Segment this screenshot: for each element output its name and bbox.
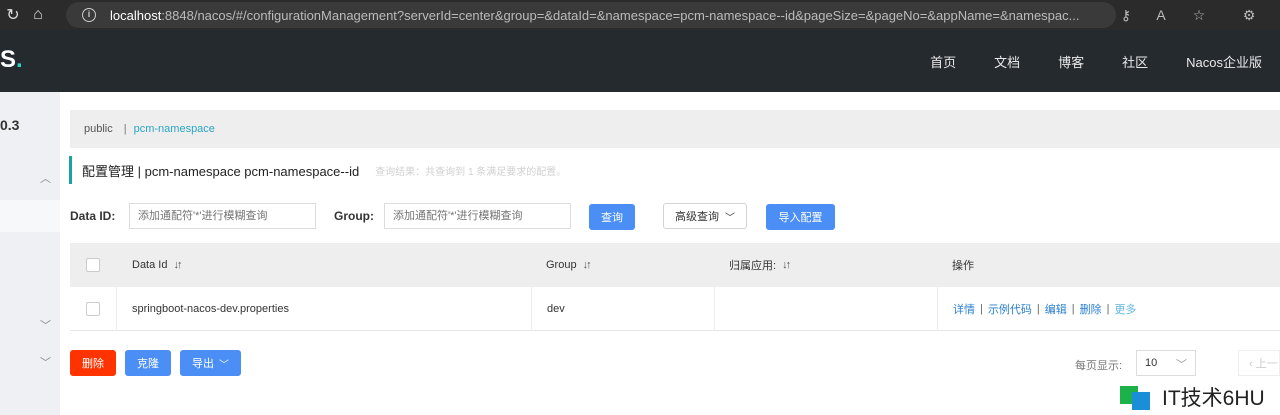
header-ops: 操作 [952,260,974,272]
group-label: Group: [334,209,374,223]
header-group[interactable]: Group ↓↑ [546,243,592,287]
edit-link[interactable]: 编辑 [1045,301,1067,317]
sort-icon[interactable]: ↓↑ [782,259,791,271]
import-config-button[interactable]: 导入配置 [766,204,835,230]
dataid-label: Data ID: [70,209,116,223]
search-row: Data ID: Group: 查询 高级查询 ﹀ 导入配置 [70,203,1270,230]
page-size-value: 10 [1145,357,1158,369]
nav-community[interactable]: 社区 [1122,52,1148,71]
detail-link[interactable]: 详情 [953,301,975,317]
chevron-down-icon[interactable]: ﹀ [40,317,51,333]
cell-dataid: springboot-nacos-dev.properties [116,287,532,331]
namespace-separator: | [123,123,127,135]
extensions-icon[interactable]: ⚙ [1238,4,1260,26]
url-host: localhost [110,7,162,23]
chevron-down-icon[interactable]: ﹀ [40,354,51,370]
cell-ops: 详情 | 示例代码 | 编辑 | 删除 | 更多 [937,287,1280,331]
namespace-current[interactable]: pcm-namespace [134,123,215,135]
watermark-logo-icon [1118,382,1158,412]
more-link[interactable]: 更多 [1114,301,1136,317]
config-table: Data Id ↓↑ Group ↓↑ 归属应用: ↓↑ 操作 springbo… [70,243,1280,331]
page-size-label: 每页显示: [1075,360,1123,372]
prev-page-button[interactable]: ‹ 上一 [1238,350,1280,376]
page-title: 配置管理 | pcm-namespace pcm-namespace--id [82,163,360,179]
query-result-hint: 查询结果：共查询到 1 条满足要求的配置。 [375,166,567,178]
favorite-star-icon[interactable]: ☆ [1188,4,1210,26]
header-app-label: 归属应用: [729,260,777,272]
version-label: 0.3 [0,117,20,133]
url-path: :8848/nacos/#/configurationManagement?se… [161,7,1080,23]
browser-toolbar: ↻ ⌂ i localhost:8848/nacos/#/configurati… [0,0,1280,30]
nav-blog[interactable]: 博客 [1058,52,1084,71]
nacos-logo[interactable]: S. [0,46,23,74]
address-bar[interactable]: i localhost:8848/nacos/#/configurationMa… [66,2,1116,28]
chevron-up-icon[interactable]: ︿ [40,170,51,186]
page-size-select[interactable]: 10 ﹀ [1136,350,1196,376]
header-group-label: Group [546,259,577,271]
chevron-down-icon: ﹀ [1176,359,1187,371]
home-icon[interactable]: ⌂ [27,4,49,26]
nav-home[interactable]: 首页 [930,52,956,71]
select-all-checkbox[interactable] [86,258,100,272]
row-checkbox-cell [86,287,100,331]
info-icon[interactable]: i [82,8,96,22]
read-aloud-icon[interactable]: A [1150,4,1172,26]
key-icon[interactable]: ⚷ [1115,4,1137,26]
clone-button[interactable]: 克隆 [125,350,171,376]
select-all-checkbox-cell [86,243,100,287]
group-input[interactable] [384,203,571,229]
advanced-query-button[interactable]: 高级查询 ﹀ [663,203,747,229]
bottom-actions: 删除 克隆 导出 ﹀ 每页显示: 10 ﹀ ‹ 上一 [70,350,1280,376]
export-button[interactable]: 导出 ﹀ [180,350,241,376]
sort-icon[interactable]: ↓↑ [173,259,182,271]
namespace-bar: public | pcm-namespace [70,110,1280,148]
query-button[interactable]: 查询 [589,204,635,230]
sidebar: 0.3 ︿ ﹀ ﹀ [0,92,60,415]
header-app[interactable]: 归属应用: ↓↑ [729,243,791,287]
row-checkbox[interactable] [86,302,100,316]
table-row: springboot-nacos-dev.properties dev 详情 | … [70,287,1280,331]
watermark: IT技术6HU [1118,378,1280,415]
export-label: 导出 [192,358,214,370]
app-header: S. 首页 文档 博客 社区 Nacos企业版 [0,30,1280,92]
table-header: Data Id ↓↑ Group ↓↑ 归属应用: ↓↑ 操作 [70,243,1280,287]
dataid-input[interactable] [129,203,316,229]
sidebar-item-selected[interactable] [0,200,60,232]
cell-group: dev [531,287,715,331]
page-title-row: 配置管理 | pcm-namespace pcm-namespace--id 查… [69,156,566,184]
header-dataid[interactable]: Data Id ↓↑ [132,243,182,287]
advanced-query-label: 高级查询 [675,211,719,223]
header-dataid-label: Data Id [132,259,168,271]
watermark-text: IT技术6HU [1162,386,1265,410]
namespace-public[interactable]: public [84,123,113,135]
top-nav: 首页 文档 博客 社区 Nacos企业版 [892,30,1262,92]
nav-enterprise[interactable]: Nacos企业版 [1186,52,1262,71]
chevron-down-icon: ﹀ [219,359,229,371]
chevron-down-icon: ﹀ [725,212,735,224]
batch-delete-button[interactable]: 删除 [70,350,116,376]
sample-code-link[interactable]: 示例代码 [988,301,1032,317]
nav-docs[interactable]: 文档 [994,52,1020,71]
cell-app [714,287,938,331]
delete-link[interactable]: 删除 [1080,301,1102,317]
sort-icon[interactable]: ↓↑ [583,259,592,271]
refresh-icon[interactable]: ↻ [2,4,24,26]
